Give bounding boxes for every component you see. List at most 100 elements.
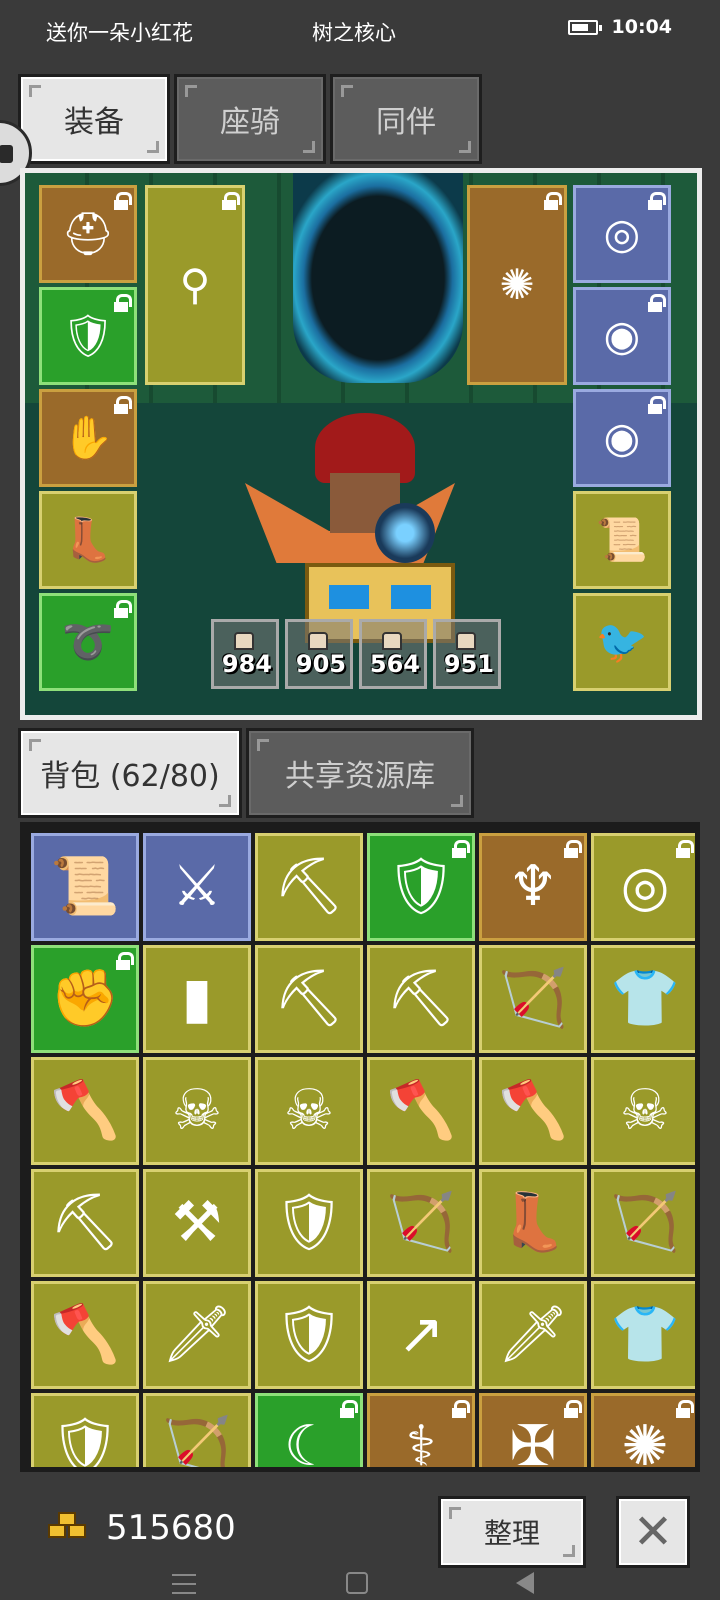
magpie-pet-icon: 🐦 <box>595 617 649 666</box>
inventory-slot[interactable]: 🛡 <box>255 1169 363 1277</box>
inventory-slot[interactable]: ⛏ <box>31 1169 139 1277</box>
left-equip-slot-3[interactable]: ✋ <box>39 389 137 487</box>
inventory-slot[interactable]: 📜 <box>31 833 139 941</box>
inventory-panel: 📜 ⚔ ⛏ 🛡 ♆ ◎ ✊ ▮ ⛏ ⛏ 🏹 👕 🪓 ☠ ☠ 🪓 🪓 ☠ ⛏ ⚒ 🛡 🏹 👢 🏹 🪓 🗡 🛡 ↗ 🗡 👕 🛡 🏹 ☾ ⚕ ✠ ✺ <box>20 822 700 1472</box>
inventory-slot[interactable]: ✠ <box>479 1393 587 1467</box>
inventory-slot[interactable]: 🏹 <box>143 1393 251 1467</box>
inventory-slot[interactable]: ⛏ <box>255 945 363 1053</box>
stat-slot-2[interactable]: 905 <box>285 619 353 689</box>
potion-icon <box>382 632 402 650</box>
battery-icon <box>567 19 602 35</box>
stat-slot-3[interactable]: 564 <box>359 619 427 689</box>
inventory-slot[interactable]: 🪓 <box>31 1281 139 1389</box>
iron-armor-icon: 🛡 <box>273 1302 345 1367</box>
inventory-slot[interactable]: 🛡 <box>31 1393 139 1467</box>
inventory-slot[interactable]: ✺ <box>591 1393 695 1472</box>
tab-shared-storage[interactable]: 共享资源库 <box>246 728 474 818</box>
tab-backpack[interactable]: 背包 (62/80) <box>18 728 242 818</box>
hero-character <box>245 413 465 643</box>
home-icon[interactable] <box>346 1572 368 1594</box>
potion-icon <box>456 632 476 650</box>
red-armor-icon: 👕 <box>610 1302 680 1367</box>
offhand-slot[interactable]: ✺ <box>467 185 567 385</box>
tab-label: 座骑 <box>220 105 280 140</box>
right-equip-slot-4[interactable]: 📜 <box>573 491 671 589</box>
inventory-slot[interactable]: 🪓 <box>31 1057 139 1165</box>
tab-mount[interactable]: 座骑 <box>174 74 326 164</box>
spiked-orb-icon: ✺ <box>621 1414 669 1472</box>
red-gloves-icon: ✋ <box>61 413 115 462</box>
inventory-slot[interactable]: ↗ <box>367 1281 475 1389</box>
inventory-slot[interactable]: ⚔ <box>143 833 251 941</box>
scythe-icon: ☾ <box>283 1414 335 1472</box>
stat-slot-4[interactable]: 951 <box>433 619 501 689</box>
inventory-slot[interactable]: ☾ <box>255 1393 363 1472</box>
inventory-slot[interactable]: 🪓 <box>367 1057 475 1165</box>
left-equip-slot-5[interactable]: ➰ <box>39 593 137 691</box>
inventory-slot[interactable]: 🛡 <box>367 833 475 941</box>
sort-button[interactable]: 整理 <box>438 1496 586 1568</box>
right-equip-slot-5[interactable]: 🐦 <box>573 593 671 691</box>
right-equip-slot-3[interactable]: ◉ <box>573 389 671 487</box>
inventory-slot[interactable]: ◎ <box>591 833 695 941</box>
blue-armor-icon: 🛡 <box>61 311 115 360</box>
red-bow-icon: 🏹 <box>386 1190 456 1255</box>
sort-label: 整理 <box>483 1517 540 1550</box>
horned-amulet-icon: ♆ <box>507 854 559 919</box>
red-shield-icon: ▮ <box>181 966 213 1031</box>
ruby-ring-icon: ◉ <box>603 311 641 360</box>
gold-coins-icon <box>48 1512 90 1544</box>
inventory-slot[interactable]: 🏹 <box>479 945 587 1053</box>
inventory-slot[interactable]: 👕 <box>591 1281 695 1389</box>
left-equip-slot-1[interactable]: ⛑ <box>39 185 137 283</box>
inventory-slot[interactable]: 🗡 <box>479 1281 587 1389</box>
red-pickaxe-icon: ⛏ <box>273 966 345 1031</box>
inventory-slot[interactable]: 🗡 <box>143 1281 251 1389</box>
emerald-amulet-icon: ◎ <box>603 209 641 258</box>
menu-icon[interactable] <box>172 1574 196 1594</box>
lock-icon <box>114 294 132 312</box>
boots-icon: 👢 <box>61 515 115 564</box>
lock-icon <box>676 1400 694 1418</box>
inventory-slot[interactable]: ▮ <box>143 945 251 1053</box>
status-bar: 送你一朵小红花 树之核心 10:04 <box>0 0 720 58</box>
inventory-slot[interactable]: 🛡 <box>255 1281 363 1389</box>
tab-label: 共享资源库 <box>285 759 435 794</box>
green-staff-icon: ⚕ <box>405 1414 437 1472</box>
clock: 10:04 <box>611 16 672 38</box>
inventory-slot[interactable]: ⛏ <box>255 833 363 941</box>
lock-icon <box>676 840 694 858</box>
equipment-panel: ⛑ 🛡 ✋ 👢 ➰ ⚲ ✺ ◎ ◉ ◉ 📜 🐦 984 905 564 951 <box>20 168 702 720</box>
potion-icon <box>308 632 328 650</box>
inventory-slot[interactable]: 🏹 <box>591 1169 695 1277</box>
back-icon[interactable] <box>516 1572 534 1594</box>
weapon-slot[interactable]: ⚲ <box>145 185 245 385</box>
inventory-slot[interactable]: 👢 <box>479 1169 587 1277</box>
stat-slot-1[interactable]: 984 <box>211 619 279 689</box>
inventory-slot[interactable]: ⚒ <box>143 1169 251 1277</box>
left-equip-slot-2[interactable]: 🛡 <box>39 287 137 385</box>
inventory-slot[interactable]: ☠ <box>255 1057 363 1165</box>
right-equip-slot-2[interactable]: ◉ <box>573 287 671 385</box>
crossed-swords-icon: ⚔ <box>171 854 223 919</box>
gold-amount: 515680 <box>106 1508 236 1548</box>
inventory-slot[interactable]: ⚕ <box>367 1393 475 1472</box>
left-equip-slot-4[interactable]: 👢 <box>39 491 137 589</box>
red-boots-icon: 👢 <box>498 1190 568 1255</box>
stat-value: 951 <box>443 650 494 678</box>
bow-icon: 🏹 <box>610 1190 680 1255</box>
tab-companion[interactable]: 同伴 <box>330 74 482 164</box>
right-equip-slot-1[interactable]: ◎ <box>573 185 671 283</box>
inventory-slot[interactable]: ✊ <box>31 945 139 1053</box>
tab-equipment[interactable]: 装备 <box>18 74 170 164</box>
inventory-slot[interactable]: ⛏ <box>367 945 475 1053</box>
inventory-slot[interactable]: ☠ <box>143 1057 251 1165</box>
inventory-slot[interactable]: ♆ <box>479 833 587 941</box>
inventory-slot[interactable]: 🏹 <box>367 1169 475 1277</box>
inventory-slot[interactable]: 🪓 <box>479 1057 587 1165</box>
lock-icon <box>648 294 666 312</box>
close-button[interactable]: ✕ <box>616 1496 690 1568</box>
lock-icon <box>114 600 132 618</box>
inventory-slot[interactable]: ☠ <box>591 1057 695 1165</box>
inventory-slot[interactable]: 👕 <box>591 945 695 1053</box>
